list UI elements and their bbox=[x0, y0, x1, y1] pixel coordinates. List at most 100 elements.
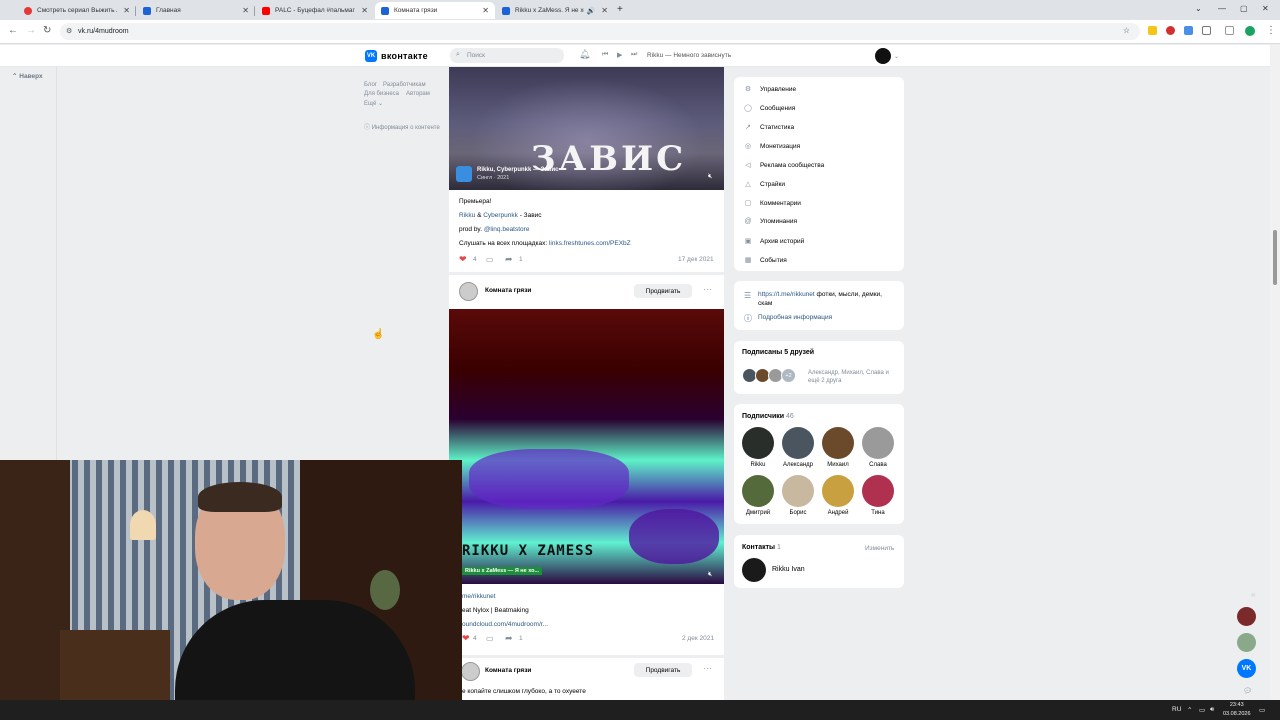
site-info-icon[interactable]: ⚙ bbox=[66, 27, 72, 35]
details-link[interactable]: Подробная информация bbox=[758, 314, 832, 321]
footer-link-authors[interactable]: Авторам bbox=[406, 91, 430, 97]
previous-track-icon[interactable]: ⏮︎ bbox=[602, 51, 608, 59]
comment-icon[interactable]: ▭ bbox=[486, 255, 494, 264]
post-author[interactable]: Комната грязи bbox=[485, 287, 531, 294]
subscriber[interactable]: Андрей bbox=[820, 475, 856, 516]
footer-link-blog[interactable]: Блог bbox=[364, 82, 377, 88]
like-heart-icon[interactable]: ❤ bbox=[462, 633, 470, 644]
post-video-thumbnail[interactable]: ЗАВИС Rikku, Cyberpunkk — Завис Сингл · … bbox=[449, 67, 724, 190]
chat-avatar[interactable] bbox=[1237, 633, 1256, 652]
like-heart-icon[interactable]: ❤ bbox=[459, 254, 467, 265]
browser-tab[interactable]: Смотреть сериал Выжить любой... ✕ bbox=[18, 2, 136, 19]
bell-icon[interactable]: 🔔︎ bbox=[579, 49, 590, 60]
post-video-thumbnail[interactable]: RIKKU X ZAMESS Rikku x ZaMess — Я не хо.… bbox=[449, 309, 724, 584]
chat-avatar[interactable] bbox=[1237, 607, 1256, 626]
subscriber[interactable]: Борис bbox=[780, 475, 816, 516]
mute-icon[interactable]: 🔇︎ bbox=[708, 173, 712, 181]
play-icon[interactable]: ▶ bbox=[617, 51, 622, 59]
mute-icon[interactable]: 🔇︎ bbox=[708, 571, 712, 579]
clock[interactable]: 23:43 03.08.2026 bbox=[1223, 701, 1251, 719]
subscriber[interactable]: Михаил bbox=[820, 427, 856, 468]
speaker-icon[interactable]: 🔊 bbox=[587, 7, 596, 15]
menu-item[interactable]: @ Упоминания bbox=[744, 218, 797, 225]
telegram-link[interactable]: https://t.me/rikkunet bbox=[758, 291, 815, 298]
footer-link-more[interactable]: Ещё ⌄ bbox=[364, 100, 383, 107]
close-tab-icon[interactable]: ✕ bbox=[482, 6, 489, 15]
post-author[interactable]: Комната грязи bbox=[485, 667, 531, 674]
menu-item[interactable]: ⚙ Управление bbox=[744, 85, 796, 94]
volume-icon[interactable]: 🔊︎ bbox=[1210, 706, 1214, 714]
browser-tab[interactable]: Главная ✕ bbox=[137, 2, 255, 19]
scrollbar-track[interactable] bbox=[1270, 45, 1280, 700]
community-avatar[interactable] bbox=[459, 282, 478, 301]
vk-logo[interactable]: VK вконтакте bbox=[365, 50, 428, 62]
tray-chevron-icon[interactable]: ⌃ bbox=[1187, 706, 1192, 714]
close-tab-icon[interactable]: ✕ bbox=[601, 6, 608, 15]
community-avatar[interactable] bbox=[461, 662, 480, 681]
footer-link-developers[interactable]: Разработчикам bbox=[383, 82, 426, 88]
scrollbar-thumb[interactable] bbox=[1273, 230, 1277, 285]
menu-item[interactable]: ▦ События bbox=[744, 256, 787, 265]
now-playing-text[interactable]: Rikku — Немного зависнуть bbox=[647, 52, 731, 59]
comment-icon[interactable]: ▭ bbox=[486, 634, 494, 643]
menu-item[interactable]: △ Страйки bbox=[744, 180, 785, 189]
subscriber[interactable]: Дмитрий bbox=[740, 475, 776, 516]
network-icon[interactable]: ▭ bbox=[1199, 706, 1205, 714]
close-window-icon[interactable]: ✕ bbox=[1262, 4, 1269, 13]
menu-item[interactable]: ↗ Статистика bbox=[744, 123, 794, 132]
contact-avatar[interactable] bbox=[742, 558, 766, 582]
forward-arrow-icon[interactable]: → bbox=[26, 25, 36, 36]
artist-link[interactable]: Rikku bbox=[459, 212, 475, 219]
search-input[interactable]: ⌕ Поиск bbox=[450, 48, 564, 63]
scroll-to-top-button[interactable]: ⌃ Наверх bbox=[12, 72, 43, 80]
post-date[interactable]: 2 дек 2021 bbox=[682, 635, 714, 642]
extensions-puzzle-icon[interactable] bbox=[1202, 26, 1211, 35]
friends-title[interactable]: Подписаны 5 друзей bbox=[742, 349, 814, 356]
video-overlay-title[interactable]: Rikku x ZaMess — Я не хо... bbox=[462, 567, 543, 575]
subscriber[interactable]: Александр bbox=[780, 427, 816, 468]
reload-icon[interactable]: ↻ bbox=[43, 25, 51, 36]
new-tab-button[interactable]: + bbox=[617, 4, 623, 15]
chevron-down-icon[interactable]: ⌄ bbox=[894, 53, 899, 60]
subscriber[interactable]: Тина bbox=[860, 475, 896, 516]
subscriber[interactable]: Rikku bbox=[740, 427, 776, 468]
share-icon[interactable]: ➦ bbox=[505, 633, 513, 644]
bookmark-star-icon[interactable]: ☆ bbox=[1123, 26, 1130, 35]
subscribers-title[interactable]: Подписчики 46 bbox=[742, 413, 794, 420]
chat-bubble-icon[interactable]: 💬︎ bbox=[1243, 687, 1252, 695]
promote-button[interactable]: Продвигать bbox=[634, 284, 692, 298]
close-tab-icon[interactable]: ✕ bbox=[361, 6, 368, 15]
promote-button[interactable]: Продвигать bbox=[634, 663, 692, 677]
more-options-icon[interactable]: ··· bbox=[703, 663, 712, 673]
back-arrow-icon[interactable]: ← bbox=[8, 25, 18, 36]
language-indicator[interactable]: RU bbox=[1172, 706, 1181, 713]
menu-item[interactable]: ◎ Монетизация bbox=[744, 142, 800, 151]
browser-tab-active[interactable]: Комната грязи ✕ bbox=[375, 2, 495, 19]
menu-item[interactable]: ▢ Комментарии bbox=[744, 199, 801, 208]
more-options-icon[interactable]: ··· bbox=[703, 284, 712, 294]
sidebar-icon[interactable] bbox=[1225, 26, 1234, 35]
vk-messenger-icon[interactable]: VK bbox=[1237, 659, 1256, 678]
user-avatar[interactable] bbox=[875, 48, 891, 64]
footer-link-business[interactable]: Для бизнеса bbox=[364, 91, 399, 97]
menu-item[interactable]: ◯ Сообщения bbox=[744, 104, 795, 113]
more-friends-badge[interactable]: +2 bbox=[781, 368, 796, 383]
content-info-link[interactable]: ⓘ Информация о контенте bbox=[364, 122, 440, 131]
maximize-icon[interactable]: ▢ bbox=[1240, 4, 1248, 13]
address-bar[interactable]: ⚙ vk.ru/4mudroom ☆ bbox=[60, 23, 1140, 40]
menu-item[interactable]: ◁ Реклама сообщества bbox=[744, 161, 824, 170]
mention-link[interactable]: @linq.beatstore bbox=[484, 226, 530, 233]
profile-avatar[interactable] bbox=[1245, 26, 1255, 36]
extension-icon[interactable] bbox=[1148, 26, 1157, 35]
extension-icon[interactable] bbox=[1184, 26, 1193, 35]
menu-item[interactable]: ▣ Архив историй bbox=[744, 237, 805, 246]
external-link[interactable]: links.freshtunes.com/PEXbZ bbox=[549, 240, 631, 247]
close-tab-icon[interactable]: ✕ bbox=[123, 6, 130, 15]
notification-icon[interactable]: ▭ bbox=[1259, 706, 1265, 714]
contact-name[interactable]: Rikku Ivan bbox=[772, 566, 805, 573]
external-link[interactable]: oundcloud.com/4mudroom/r... bbox=[462, 621, 548, 628]
browser-tab[interactable]: PALC - Буцефал #пальмагофи... ✕ bbox=[256, 2, 374, 19]
next-track-icon[interactable]: ⏭︎ bbox=[631, 51, 637, 59]
close-tab-icon[interactable]: ✕ bbox=[242, 6, 249, 15]
extension-icon[interactable] bbox=[1166, 26, 1175, 35]
